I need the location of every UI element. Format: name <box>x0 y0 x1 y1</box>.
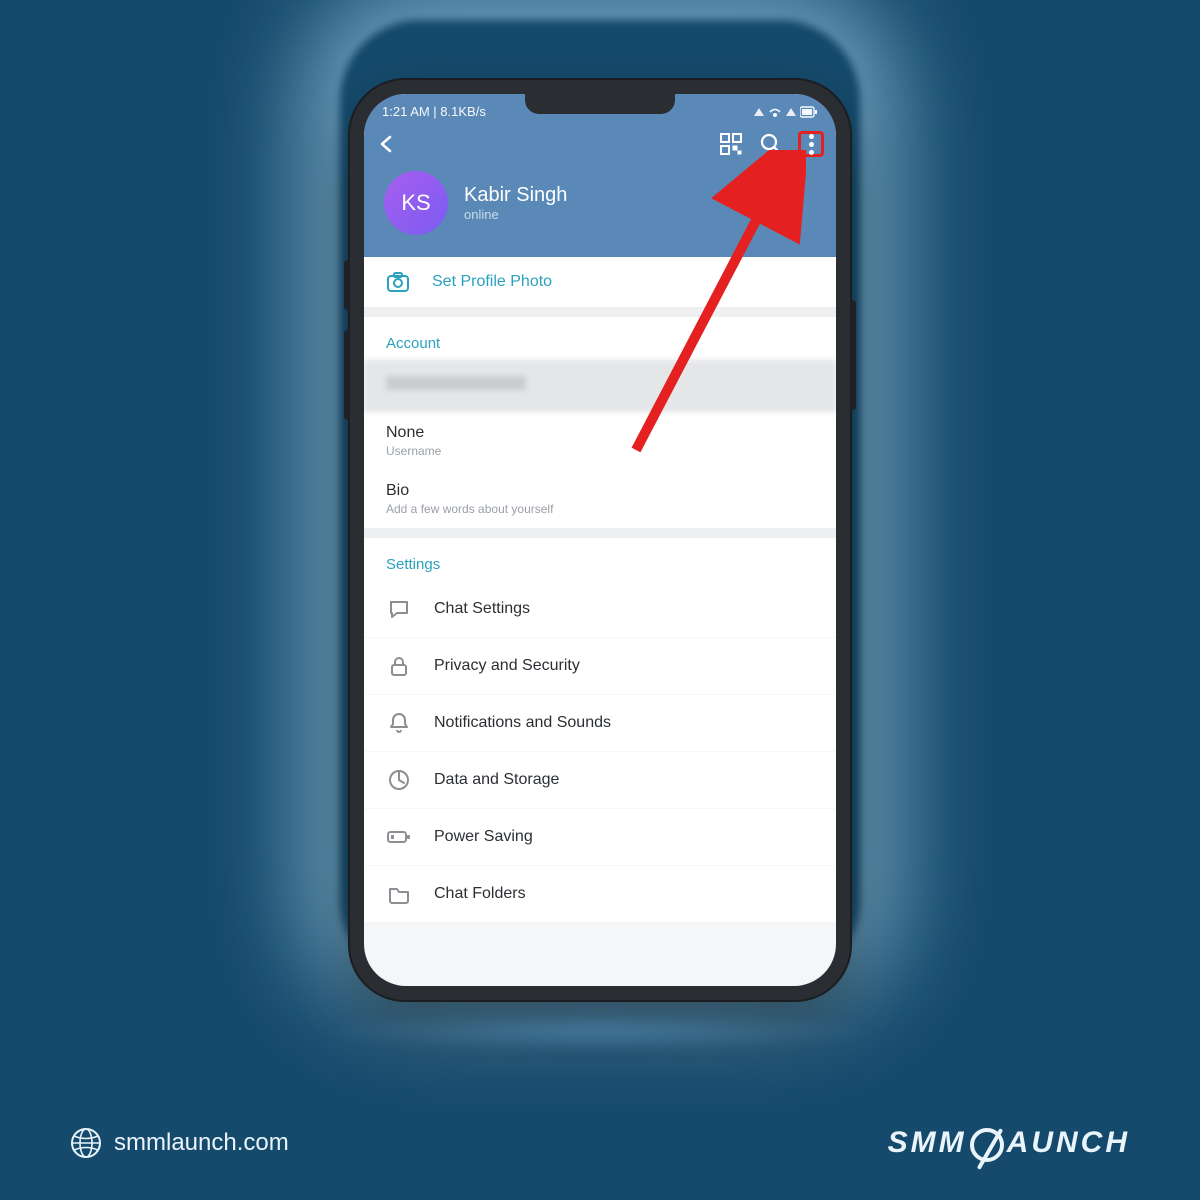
bio-value: Bio <box>386 482 814 500</box>
chat-icon <box>386 597 412 621</box>
qr-icon <box>720 133 742 155</box>
camera-icon <box>386 271 410 293</box>
brand-text-left: SMM <box>888 1126 967 1160</box>
more-vertical-icon <box>809 134 814 155</box>
settings-data[interactable]: Data and Storage <box>364 751 836 808</box>
username-field[interactable]: None Username <box>364 412 836 470</box>
battery-icon <box>800 106 818 118</box>
section-account: Account <box>364 317 836 360</box>
settings-folders[interactable]: Chat Folders <box>364 865 836 922</box>
lock-icon <box>386 654 412 678</box>
qr-button[interactable] <box>718 131 744 157</box>
section-settings: Settings <box>364 538 836 581</box>
search-icon <box>760 133 782 155</box>
footer-url-text: smmlaunch.com <box>114 1129 289 1157</box>
settings-item-label: Chat Settings <box>434 600 530 618</box>
avatar-initials: KS <box>401 190 430 216</box>
footer-url: smmlaunch.com <box>70 1127 289 1159</box>
phone-notch <box>525 94 675 114</box>
set-photo-label: Set Profile Photo <box>432 273 552 291</box>
username-label: Username <box>386 444 814 458</box>
promo-footer: smmlaunch.com SMM AUNCH <box>0 1126 1200 1160</box>
signal-icon <box>754 108 764 116</box>
settings-notifications[interactable]: Notifications and Sounds <box>364 694 836 751</box>
side-button <box>850 300 856 410</box>
settings-item-label: Chat Folders <box>434 885 526 903</box>
profile-header[interactable]: KS Kabir Singh online <box>364 165 836 257</box>
brand-o-icon <box>970 1128 1004 1162</box>
settings-item-label: Power Saving <box>434 828 533 846</box>
set-profile-photo[interactable]: Set Profile Photo <box>364 257 836 307</box>
back-button[interactable] <box>376 133 398 155</box>
side-button <box>344 260 350 310</box>
floor-glow <box>320 1010 880 1050</box>
more-options-button[interactable] <box>798 131 824 157</box>
app-header: 1:21 AM | 8.1KB/s <box>364 94 836 257</box>
settings-item-label: Privacy and Security <box>434 657 580 675</box>
signal-icon <box>786 108 796 116</box>
bio-field[interactable]: Bio Add a few words about yourself <box>364 470 836 528</box>
folder-icon <box>386 882 412 906</box>
profile-status: online <box>464 207 567 222</box>
battery-icon <box>386 825 412 849</box>
bio-label: Add a few words about yourself <box>386 502 814 516</box>
data-icon <box>386 768 412 792</box>
brand-text-right: AUNCH <box>1007 1126 1130 1160</box>
settings-chat[interactable]: Chat Settings <box>364 581 836 637</box>
toolbar <box>364 121 836 165</box>
avatar[interactable]: KS <box>384 171 448 235</box>
settings-privacy[interactable]: Privacy and Security <box>364 637 836 694</box>
wifi-icon <box>768 106 782 118</box>
globe-icon <box>70 1127 102 1159</box>
status-icons <box>754 106 818 118</box>
status-time: 1:21 AM | 8.1KB/s <box>382 104 486 119</box>
settings-power[interactable]: Power Saving <box>364 808 836 865</box>
username-value: None <box>386 424 814 442</box>
phone-frame: 1:21 AM | 8.1KB/s <box>350 80 850 1000</box>
settings-item-label: Data and Storage <box>434 771 559 789</box>
profile-name: Kabir Singh <box>464 184 567 207</box>
settings-item-label: Notifications and Sounds <box>434 714 611 732</box>
side-button <box>344 330 350 420</box>
bell-icon <box>386 711 412 735</box>
brand-logo: SMM AUNCH <box>888 1126 1130 1160</box>
phone-number-blurred[interactable] <box>364 360 836 412</box>
settings-content: Set Profile Photo Account None Username … <box>364 257 836 922</box>
search-button[interactable] <box>758 131 784 157</box>
arrow-left-icon <box>376 133 398 155</box>
